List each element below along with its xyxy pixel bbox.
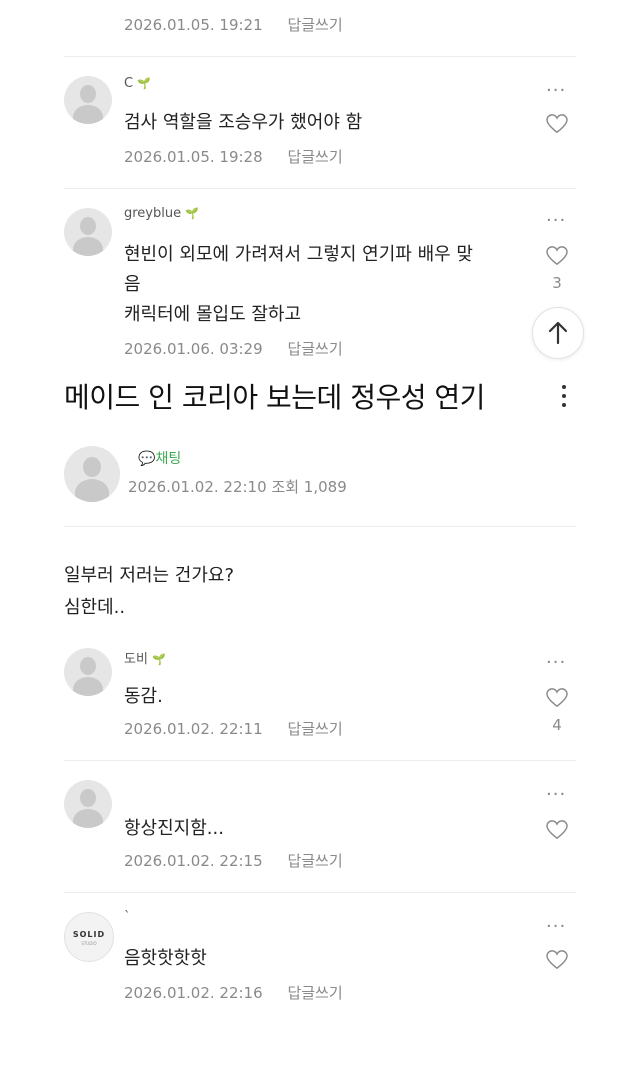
divider xyxy=(64,56,576,57)
post-date: 2026.01.02. 22:10 xyxy=(128,478,267,496)
arrow-up-icon xyxy=(548,321,568,345)
more-icon[interactable]: ··· xyxy=(546,652,566,673)
comment-date: 2026.01.02. 22:15 xyxy=(124,852,263,870)
comment-meta: 2026.01.02. 22:16 답글쓰기 xyxy=(124,982,343,1003)
comment-date: 2026.01.02. 22:16 xyxy=(124,984,263,1002)
heart-icon[interactable] xyxy=(546,688,568,708)
comment-meta: 2026.01.02. 22:15 답글쓰기 xyxy=(124,850,343,871)
comment-text: 음핫핫핫핫 xyxy=(124,948,207,969)
divider xyxy=(64,760,576,761)
post-body-line: 심한데.. xyxy=(64,597,126,618)
more-icon[interactable]: ··· xyxy=(546,916,566,937)
post-meta: 2026.01.02. 22:10 조회 1,089 xyxy=(128,476,347,497)
comment-text: 동감. xyxy=(124,686,163,707)
more-icon[interactable]: ··· xyxy=(546,784,566,805)
divider xyxy=(64,892,576,893)
comment-meta: 2026.01.02. 22:11 답글쓰기 xyxy=(124,718,343,739)
comment-meta: 2026.01.05. 19:28 답글쓰기 xyxy=(124,146,343,167)
heart-icon[interactable] xyxy=(546,246,568,266)
heart-icon[interactable] xyxy=(546,114,568,134)
like-count: 4 xyxy=(552,716,562,734)
avatar[interactable] xyxy=(64,780,112,828)
avatar-logo-sub: STUDIO xyxy=(81,941,97,946)
post-author[interactable]: 💬채팅 xyxy=(128,448,181,468)
reply-link[interactable]: 답글쓰기 xyxy=(287,852,342,870)
chat-icon: 💬 xyxy=(138,451,156,467)
comment-author[interactable]: C 🌱 xyxy=(124,76,151,91)
sprout-icon: 🌱 xyxy=(152,653,166,666)
post-body-line: 일부러 저러는 건가요? xyxy=(64,565,235,586)
comment-author[interactable]: ` xyxy=(124,910,131,925)
reply-link[interactable]: 답글쓰기 xyxy=(287,148,342,166)
chat-label: 채팅 xyxy=(155,451,182,467)
author-avatar[interactable] xyxy=(64,446,120,502)
reply-link[interactable]: 답글쓰기 xyxy=(287,340,342,358)
divider xyxy=(64,526,576,527)
comment-text: 항상진지함... xyxy=(124,818,224,839)
comment-date: 2026.01.02. 22:11 xyxy=(124,720,263,738)
comment-date: 2026.01.05. 19:21 xyxy=(124,16,263,34)
comment-text: 검사 역할을 조승우가 했어야 함 xyxy=(124,112,363,133)
divider xyxy=(64,188,576,189)
scroll-top-button[interactable] xyxy=(532,307,584,359)
more-icon[interactable]: ··· xyxy=(546,80,566,101)
reply-link[interactable]: 답글쓰기 xyxy=(287,984,342,1002)
avatar[interactable] xyxy=(64,648,112,696)
reply-link[interactable]: 답글쓰기 xyxy=(287,720,342,738)
comment-meta: 2026.01.05. 19:21 답글쓰기 xyxy=(124,14,343,35)
post-menu-icon[interactable] xyxy=(562,385,568,411)
avatar[interactable]: SOLID STUDIO xyxy=(64,912,114,962)
chat-link[interactable]: 💬채팅 xyxy=(138,451,181,467)
post-body: 일부러 저러는 건가요? 심한데.. xyxy=(64,560,234,624)
like-count: 3 xyxy=(552,274,562,292)
sprout-icon: 🌱 xyxy=(137,77,151,90)
more-icon[interactable]: ··· xyxy=(546,210,566,231)
comment-author[interactable]: 도비 🌱 xyxy=(124,648,166,667)
avatar[interactable] xyxy=(64,76,112,124)
comment-date: 2026.01.05. 19:28 xyxy=(124,148,263,166)
heart-icon[interactable] xyxy=(546,820,568,840)
comment-author[interactable]: greyblue 🌱 xyxy=(124,206,199,221)
sprout-icon: 🌱 xyxy=(185,207,199,220)
comment-date: 2026.01.06. 03:29 xyxy=(124,340,263,358)
comment-meta: 2026.01.06. 03:29 답글쓰기 xyxy=(124,338,343,359)
avatar-logo: SOLID xyxy=(72,930,106,939)
reply-link[interactable]: 답글쓰기 xyxy=(287,16,342,34)
comment-line: 현빈이 외모에 가려져서 그렇지 연기파 배우 맞 xyxy=(124,244,473,265)
post-title: 메이드 인 코리아 보는데 정우성 연기 xyxy=(64,381,485,414)
avatar[interactable] xyxy=(64,208,112,256)
post-views: 조회 1,089 xyxy=(271,478,347,496)
heart-icon[interactable] xyxy=(546,950,568,970)
comment-line: 캐릭터에 몰입도 잘하고 xyxy=(124,304,302,325)
comment-text: 현빈이 외모에 가려져서 그렇지 연기파 배우 맞 음 캐릭터에 몰입도 잘하고 xyxy=(124,240,473,330)
comment-line: 음 xyxy=(124,274,141,295)
